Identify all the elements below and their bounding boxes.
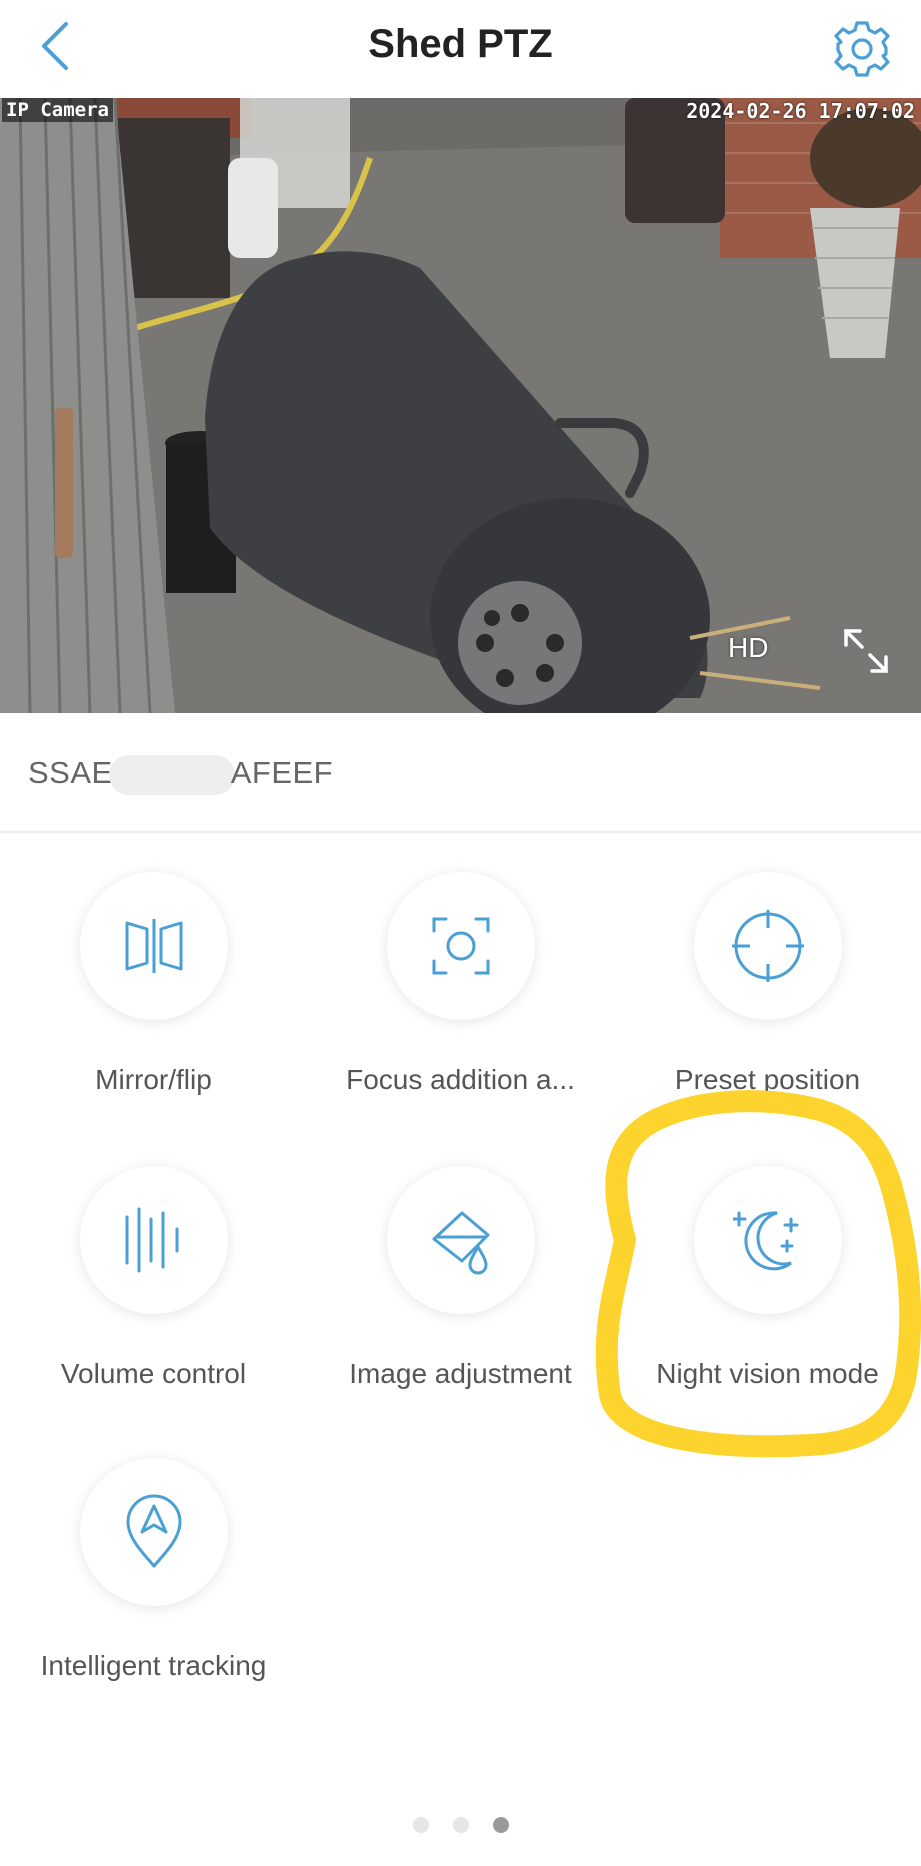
device-id: SSAE AFEEF (28, 755, 333, 795)
device-id-prefix: SSAE (28, 755, 113, 791)
osd-timestamp: 2024-02-26 17:07:02 (686, 99, 915, 123)
camera-view-image (0, 98, 921, 713)
page-dot-1[interactable] (412, 1817, 429, 1833)
feature-label: Focus addition a... (346, 1064, 575, 1095)
gear-icon (834, 21, 890, 77)
feature-focus[interactable]: Focus addition a... (307, 872, 614, 1096)
feature-icon-circle (693, 872, 842, 1020)
live-video-feed[interactable]: IP Camera 2024-02-26 17:07:02 HD (0, 98, 921, 713)
feature-label: Mirror/flip (95, 1064, 212, 1095)
device-id-row: SSAE AFEEF (0, 713, 921, 833)
page-dot-3-active[interactable] (492, 1817, 509, 1833)
feature-icon-circle (79, 1166, 228, 1314)
feature-night-vision-mode[interactable]: Night vision mode (614, 1166, 921, 1390)
feature-label: Volume control (60, 1358, 247, 1389)
focus-icon (432, 917, 489, 975)
feature-icon-circle (386, 1166, 535, 1314)
expand-icon[interactable] (840, 625, 892, 677)
page-title: Shed PTZ (368, 22, 553, 66)
feature-icon-circle (386, 872, 535, 1020)
mirror-flip-icon (125, 919, 182, 973)
feature-icon-circle (693, 1166, 842, 1314)
feature-icon-circle (79, 872, 228, 1020)
page-indicator (0, 1817, 921, 1838)
osd-camera-name: IP Camera (2, 98, 113, 122)
feature-preset-position[interactable]: Preset position (614, 872, 921, 1096)
feature-intelligent-tracking[interactable]: Intelligent tracking (0, 1458, 307, 1682)
settings-button[interactable] (831, 18, 893, 80)
redacted-block (108, 755, 235, 795)
feature-volume-control[interactable]: Volume control (0, 1166, 307, 1390)
page-dot-2[interactable] (452, 1817, 469, 1833)
feature-label: Image adjustment (349, 1358, 572, 1389)
feature-label: Night vision mode (656, 1358, 879, 1389)
feature-icon-circle (79, 1458, 228, 1606)
quality-toggle-button[interactable]: HD (728, 632, 768, 664)
feature-label: Intelligent tracking (40, 1650, 267, 1681)
location-arrow-icon (126, 1494, 181, 1568)
crosshair-icon (731, 910, 804, 982)
feature-label: Preset position (674, 1064, 861, 1095)
paint-bucket-icon (432, 1211, 489, 1275)
feature-mirror-flip[interactable]: Mirror/flip (0, 872, 307, 1096)
app-header: Shed PTZ (0, 0, 921, 98)
device-id-suffix: AFEEF (230, 755, 334, 791)
volume-bars-icon (125, 1207, 178, 1273)
moon-stars-icon (732, 1211, 798, 1271)
feature-image-adjustment[interactable]: Image adjustment (307, 1166, 614, 1390)
